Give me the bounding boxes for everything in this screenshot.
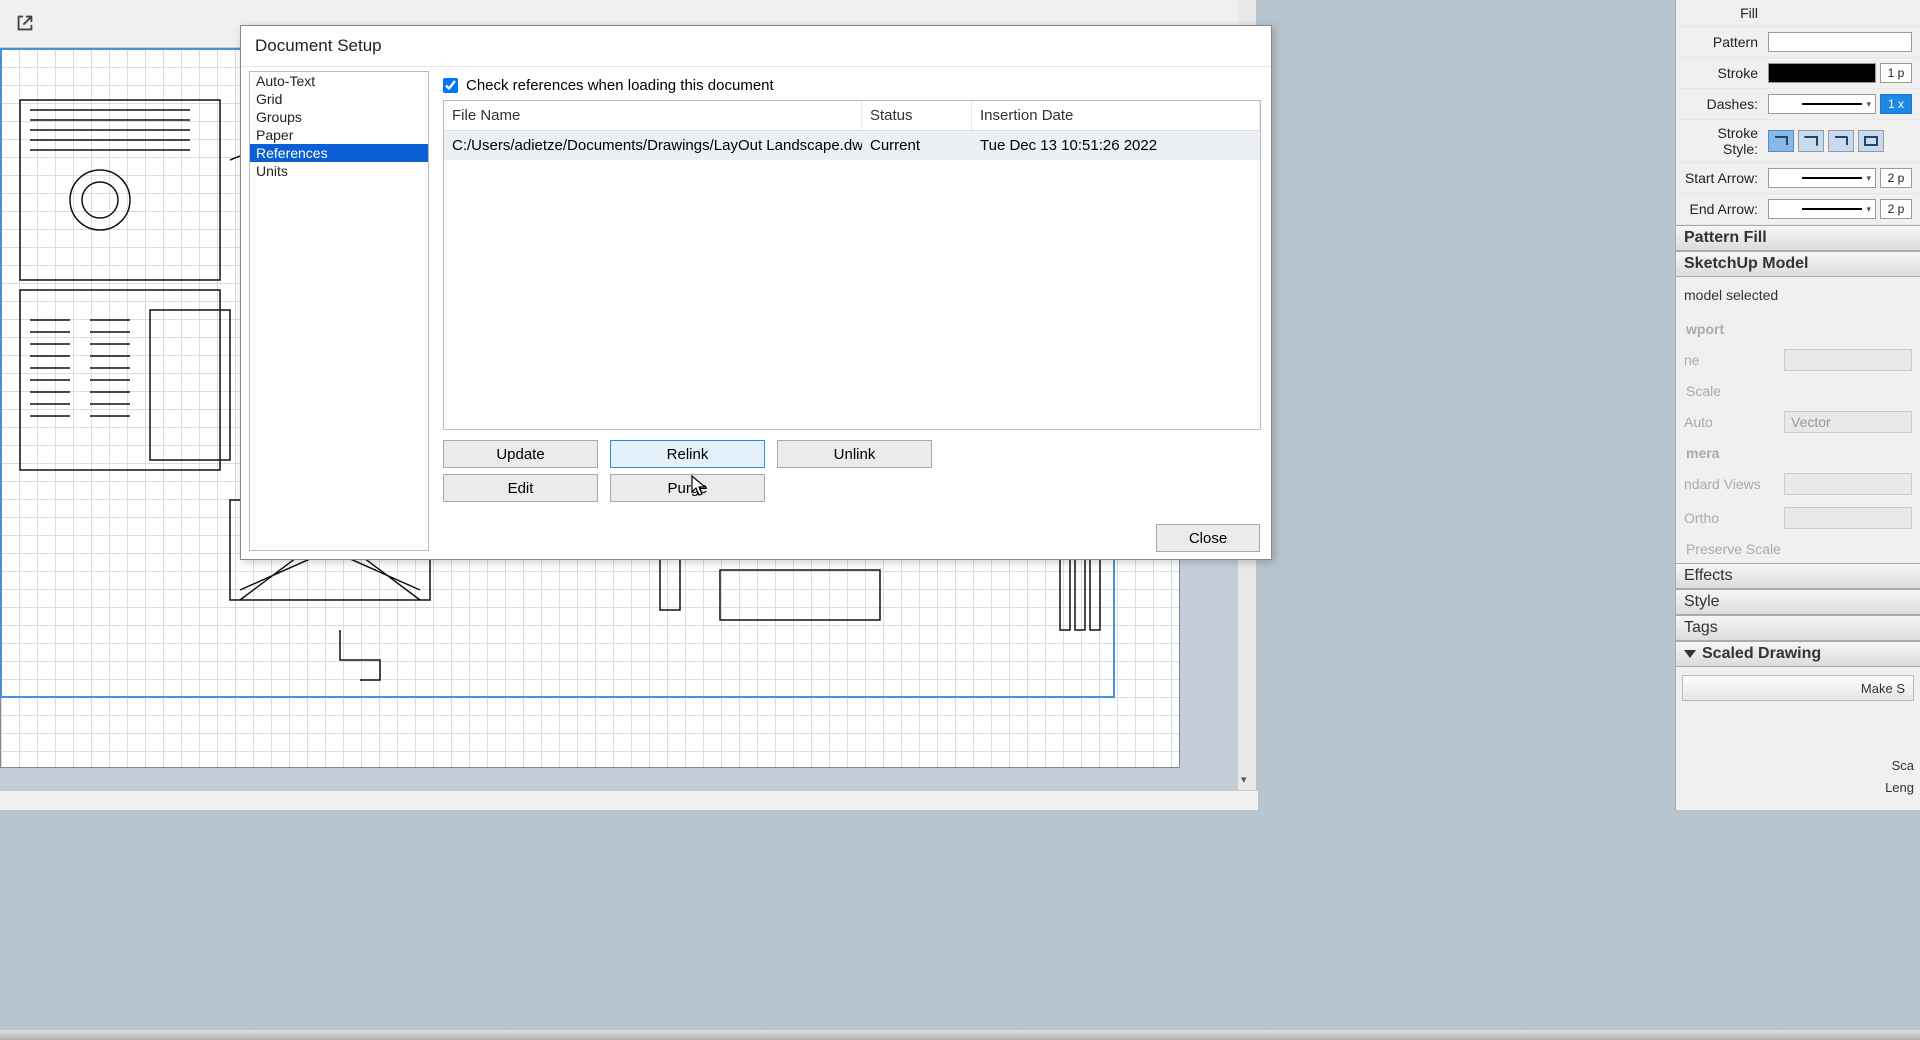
auto-row: Auto Vector <box>1676 405 1920 439</box>
std-views-field <box>1784 473 1912 495</box>
edit-button[interactable]: Edit <box>443 474 598 502</box>
ortho-label: Ortho <box>1684 510 1784 526</box>
status-bar <box>0 790 1258 810</box>
dialog-category-list[interactable]: Auto-Text Grid Groups Paper References U… <box>249 71 429 551</box>
cell-status: Current <box>862 131 972 160</box>
check-references-checkbox-row[interactable]: Check references when loading this docum… <box>443 77 1261 94</box>
chevron-down-icon: ▾ <box>1866 173 1871 184</box>
start-arrow-label: Start Arrow: <box>1684 170 1768 186</box>
share-icon[interactable] <box>14 12 36 34</box>
stroke-style-label: Stroke Style: <box>1684 125 1768 157</box>
scale-bottom-label: Sca <box>1892 758 1914 773</box>
dialog-title: Document Setup <box>241 26 1271 67</box>
start-arrow-size-field[interactable]: 2 p <box>1880 168 1912 188</box>
table-row[interactable]: C:/Users/adietze/Documents/Drawings/LayO… <box>444 131 1260 160</box>
vector-field: Vector <box>1784 411 1912 433</box>
update-button[interactable]: Update <box>443 440 598 468</box>
chevron-down-icon: ▾ <box>1866 204 1871 215</box>
tags-header[interactable]: Tags <box>1676 615 1920 641</box>
table-header: File Name Status Insertion Date <box>444 101 1260 131</box>
effects-header[interactable]: Effects <box>1676 563 1920 589</box>
cap-style-button-3[interactable] <box>1828 130 1854 152</box>
stroke-row: Stroke 1 p <box>1676 58 1920 89</box>
reference-buttons: Update Relink Unlink Edit Purge <box>443 440 1261 502</box>
header-filename[interactable]: File Name <box>444 101 862 130</box>
auto-label: Auto <box>1684 414 1784 430</box>
dashes-scale-field[interactable]: 1 x <box>1880 94 1912 114</box>
length-bottom-label: Leng <box>1885 780 1914 795</box>
cell-date: Tue Dec 13 10:51:26 2022 <box>972 131 1260 160</box>
end-arrow-label: End Arrow: <box>1684 201 1768 217</box>
chevron-down-icon[interactable]: ▾ <box>1241 773 1247 786</box>
make-scaled-button[interactable]: Make S <box>1682 675 1914 701</box>
chevron-down-icon: ▾ <box>1866 99 1871 110</box>
header-date[interactable]: Insertion Date <box>972 101 1260 130</box>
sidebar-item-grid[interactable]: Grid <box>250 90 428 108</box>
ortho-field <box>1784 507 1912 529</box>
std-views-row: ndard Views <box>1676 467 1920 501</box>
stroke-color-swatch[interactable] <box>1768 63 1876 83</box>
end-arrow-row: End Arrow: ▾ 2 p <box>1676 194 1920 225</box>
dashes-dropdown[interactable]: ▾ <box>1768 94 1876 114</box>
sidebar-item-references[interactable]: References <box>250 144 428 162</box>
window-bottom-strip <box>0 1030 1920 1040</box>
triangle-down-icon <box>1684 650 1696 658</box>
sketchup-model-header[interactable]: SketchUp Model <box>1676 251 1920 277</box>
sidebar-item-autotext[interactable]: Auto-Text <box>250 72 428 90</box>
relink-button[interactable]: Relink <box>610 440 765 468</box>
scene-label: ne <box>1684 352 1784 368</box>
scaled-drawing-header[interactable]: Scaled Drawing <box>1676 641 1920 667</box>
pattern-fill-header[interactable]: Pattern Fill <box>1676 225 1920 251</box>
close-button[interactable]: Close <box>1156 524 1260 552</box>
ortho-row: Ortho <box>1676 501 1920 535</box>
pattern-label: Pattern <box>1684 34 1768 50</box>
dashes-label: Dashes: <box>1684 96 1768 112</box>
scaled-drawing-label: Scaled Drawing <box>1702 645 1821 662</box>
references-table[interactable]: File Name Status Insertion Date C:/Users… <box>443 100 1261 430</box>
camera-label: mera <box>1676 439 1920 467</box>
fill-label: Fill <box>1684 5 1768 21</box>
unlink-button[interactable]: Unlink <box>777 440 932 468</box>
start-arrow-row: Start Arrow: ▾ 2 p <box>1676 163 1920 194</box>
check-references-checkbox[interactable] <box>443 78 458 93</box>
viewport-label: wport <box>1676 315 1920 343</box>
purge-button[interactable]: Purge <box>610 474 765 502</box>
start-arrow-dropdown[interactable]: ▾ <box>1768 168 1876 188</box>
stroke-width-field[interactable]: 1 p <box>1880 63 1912 83</box>
document-setup-dialog: Document Setup Auto-Text Grid Groups Pap… <box>240 25 1272 560</box>
sidebar-item-units[interactable]: Units <box>250 162 428 180</box>
cap-style-button-2[interactable] <box>1798 130 1824 152</box>
style-header[interactable]: Style <box>1676 589 1920 615</box>
cell-filename: C:/Users/adietze/Documents/Drawings/LayO… <box>444 131 862 160</box>
header-status[interactable]: Status <box>862 101 972 130</box>
end-arrow-size-field[interactable]: 2 p <box>1880 199 1912 219</box>
std-views-label: ndard Views <box>1684 476 1784 492</box>
check-references-label: Check references when loading this docum… <box>466 77 774 94</box>
scene-row: ne <box>1676 343 1920 377</box>
preserve-scale-label: Preserve Scale <box>1676 535 1920 563</box>
cap-style-button-4[interactable] <box>1858 130 1884 152</box>
sidebar-item-paper[interactable]: Paper <box>250 126 428 144</box>
end-arrow-dropdown[interactable]: ▾ <box>1768 199 1876 219</box>
dashes-row: Dashes: ▾ 1 x <box>1676 89 1920 120</box>
pattern-dropdown[interactable] <box>1768 32 1912 52</box>
stroke-style-row: Stroke Style: <box>1676 120 1920 163</box>
scene-field <box>1784 349 1912 371</box>
stroke-label: Stroke <box>1684 65 1768 81</box>
properties-panel: Fill Pattern Stroke 1 p Dashes: ▾ 1 x St… <box>1675 0 1920 810</box>
use-scale-label: Scale <box>1676 377 1920 405</box>
pattern-row: Pattern <box>1676 27 1920 58</box>
sidebar-item-groups[interactable]: Groups <box>250 108 428 126</box>
model-selected-text: model selected <box>1676 277 1920 315</box>
fill-row: Fill <box>1676 0 1920 27</box>
cap-style-button-1[interactable] <box>1768 130 1794 152</box>
